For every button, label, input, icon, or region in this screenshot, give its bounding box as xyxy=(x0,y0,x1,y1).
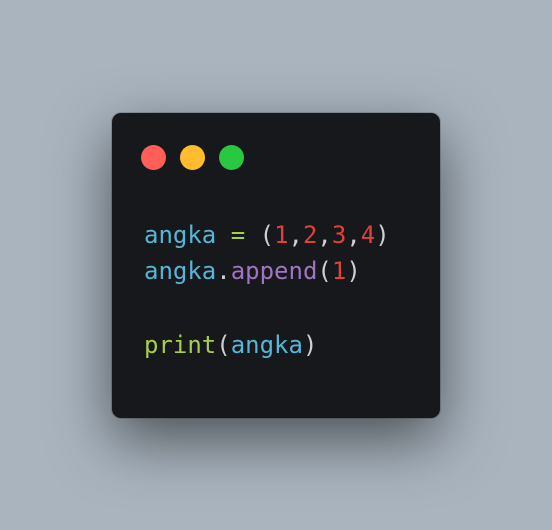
code-token-builtin: print xyxy=(144,331,217,359)
code-token-punctuation: ) xyxy=(302,331,318,359)
code-token-punctuation: , xyxy=(346,221,361,249)
code-token-variable: angka xyxy=(144,221,217,249)
code-token-variable: angka xyxy=(230,331,303,359)
code-token-method: append xyxy=(230,257,318,285)
code-token-punctuation: ) xyxy=(375,221,390,249)
code-line: angka.append(1) xyxy=(144,253,390,289)
code-token-punctuation: ( xyxy=(259,221,275,249)
code-token-number: 1 xyxy=(274,221,289,249)
code-token-number: 1 xyxy=(331,257,347,285)
code-token-punctuation xyxy=(216,221,230,249)
window-controls xyxy=(141,145,244,170)
close-button[interactable] xyxy=(141,145,166,170)
code-window: angka = (1,2,3,4) angka.append(1) print(a… xyxy=(112,113,440,418)
code-token-punctuation: . xyxy=(216,257,231,285)
page-background: { "window": { "controls": [ {"name": "cl… xyxy=(0,0,552,530)
code-token-punctuation: ) xyxy=(346,257,361,285)
code-line: print(angka) xyxy=(144,327,390,363)
code-token-punctuation: , xyxy=(317,221,332,249)
code-token-variable: angka xyxy=(144,257,217,285)
code-token-number: 3 xyxy=(331,221,347,249)
code-token-punctuation: ( xyxy=(216,331,231,359)
code-token-number: 2 xyxy=(302,221,318,249)
code-token-punctuation: ( xyxy=(317,257,332,285)
code-token-operator: = xyxy=(230,221,246,249)
maximize-button[interactable] xyxy=(219,145,244,170)
minimize-button[interactable] xyxy=(180,145,205,170)
code-block: angka = (1,2,3,4) angka.append(1) print(a… xyxy=(144,217,390,363)
code-line: angka = (1,2,3,4) xyxy=(144,217,390,253)
code-token-punctuation xyxy=(245,221,259,249)
code-token-punctuation: , xyxy=(288,221,303,249)
code-token-number: 4 xyxy=(360,221,376,249)
